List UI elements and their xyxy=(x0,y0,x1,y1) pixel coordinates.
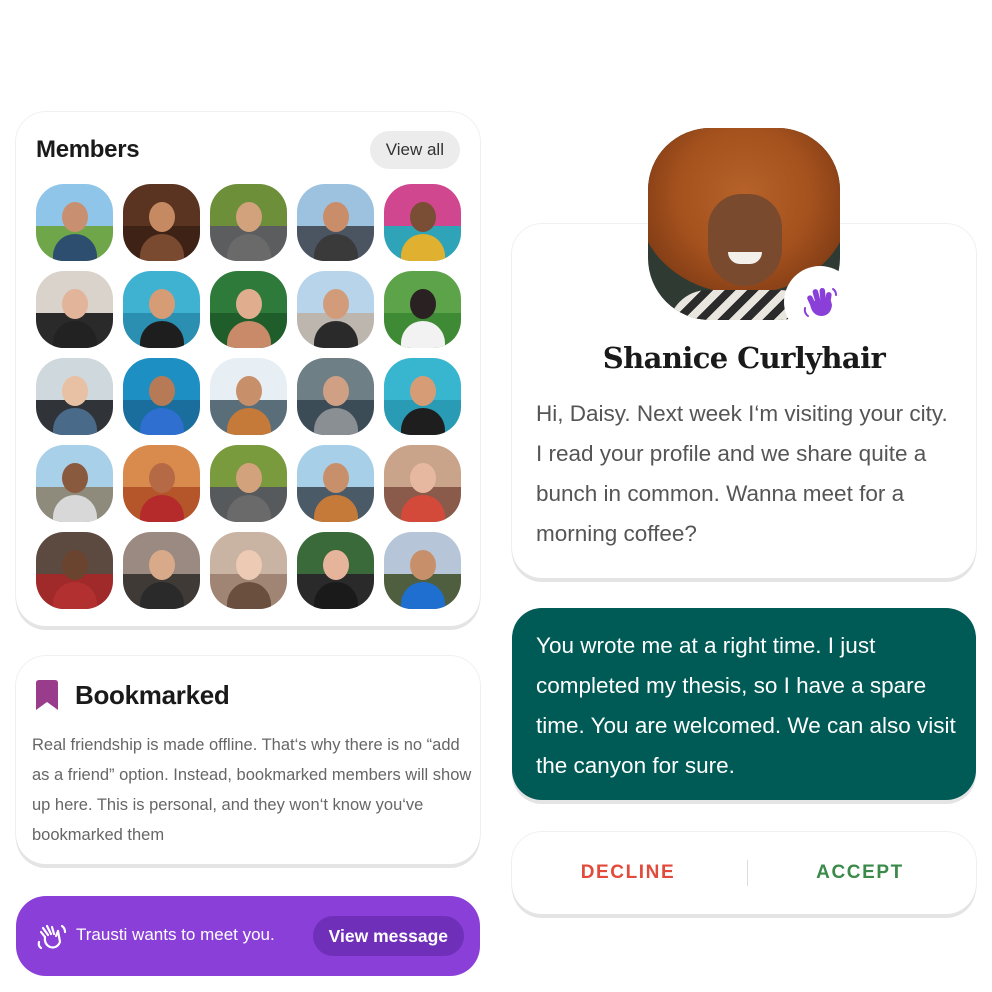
member-avatar[interactable] xyxy=(36,445,113,522)
member-avatar[interactable] xyxy=(384,358,461,435)
bookmarked-card: Bookmarked Real friendship is made offli… xyxy=(16,656,480,864)
member-avatar[interactable] xyxy=(36,532,113,609)
bookmarked-title: Bookmarked xyxy=(75,680,230,710)
bookmark-icon xyxy=(36,680,58,710)
member-avatar[interactable] xyxy=(384,532,461,609)
member-avatar[interactable] xyxy=(123,271,200,348)
member-avatar[interactable] xyxy=(297,271,374,348)
member-avatar[interactable] xyxy=(210,358,287,435)
meet-notification: Trausti wants to meet you. View message xyxy=(16,896,480,976)
member-avatar[interactable] xyxy=(123,532,200,609)
member-avatar[interactable] xyxy=(210,532,287,609)
decline-button[interactable]: DECLINE xyxy=(512,832,744,914)
view-all-button[interactable]: View all xyxy=(369,131,460,169)
profile-name: Shanice Curlyhair xyxy=(602,341,886,375)
member-avatar[interactable] xyxy=(123,358,200,435)
actions-card: DECLINE ACCEPT xyxy=(512,832,976,914)
members-title: Members xyxy=(36,136,140,163)
profile-message: Hi, Daisy. Next week I‘m visiting your c… xyxy=(536,401,948,546)
member-avatar[interactable] xyxy=(36,358,113,435)
member-avatar[interactable] xyxy=(297,184,374,261)
view-message-button[interactable]: View message xyxy=(312,916,464,956)
member-avatar[interactable] xyxy=(36,184,113,261)
notification-text: Trausti wants to meet you. xyxy=(76,925,275,944)
bookmarked-description: Real friendship is made offline. That‘s … xyxy=(32,736,472,844)
member-avatar[interactable] xyxy=(297,445,374,522)
member-avatar[interactable] xyxy=(297,358,374,435)
member-avatar[interactable] xyxy=(384,445,461,522)
wave-hand-icon xyxy=(37,924,67,950)
member-avatar[interactable] xyxy=(210,184,287,261)
wave-badge xyxy=(784,266,856,338)
member-avatar[interactable] xyxy=(36,271,113,348)
member-avatar[interactable] xyxy=(384,184,461,261)
members-card: Members View all xyxy=(16,112,480,626)
member-grid xyxy=(36,184,461,609)
member-avatar[interactable] xyxy=(123,445,200,522)
member-avatar[interactable] xyxy=(210,271,287,348)
accept-button[interactable]: ACCEPT xyxy=(744,832,976,914)
member-avatar[interactable] xyxy=(210,445,287,522)
member-avatar[interactable] xyxy=(297,532,374,609)
reply-message-bubble: You wrote me at a right time. I just com… xyxy=(512,608,976,800)
reply-text: You wrote me at a right time. I just com… xyxy=(536,633,956,778)
wave-hand-icon xyxy=(803,288,837,317)
member-avatar[interactable] xyxy=(123,184,200,261)
member-avatar[interactable] xyxy=(384,271,461,348)
